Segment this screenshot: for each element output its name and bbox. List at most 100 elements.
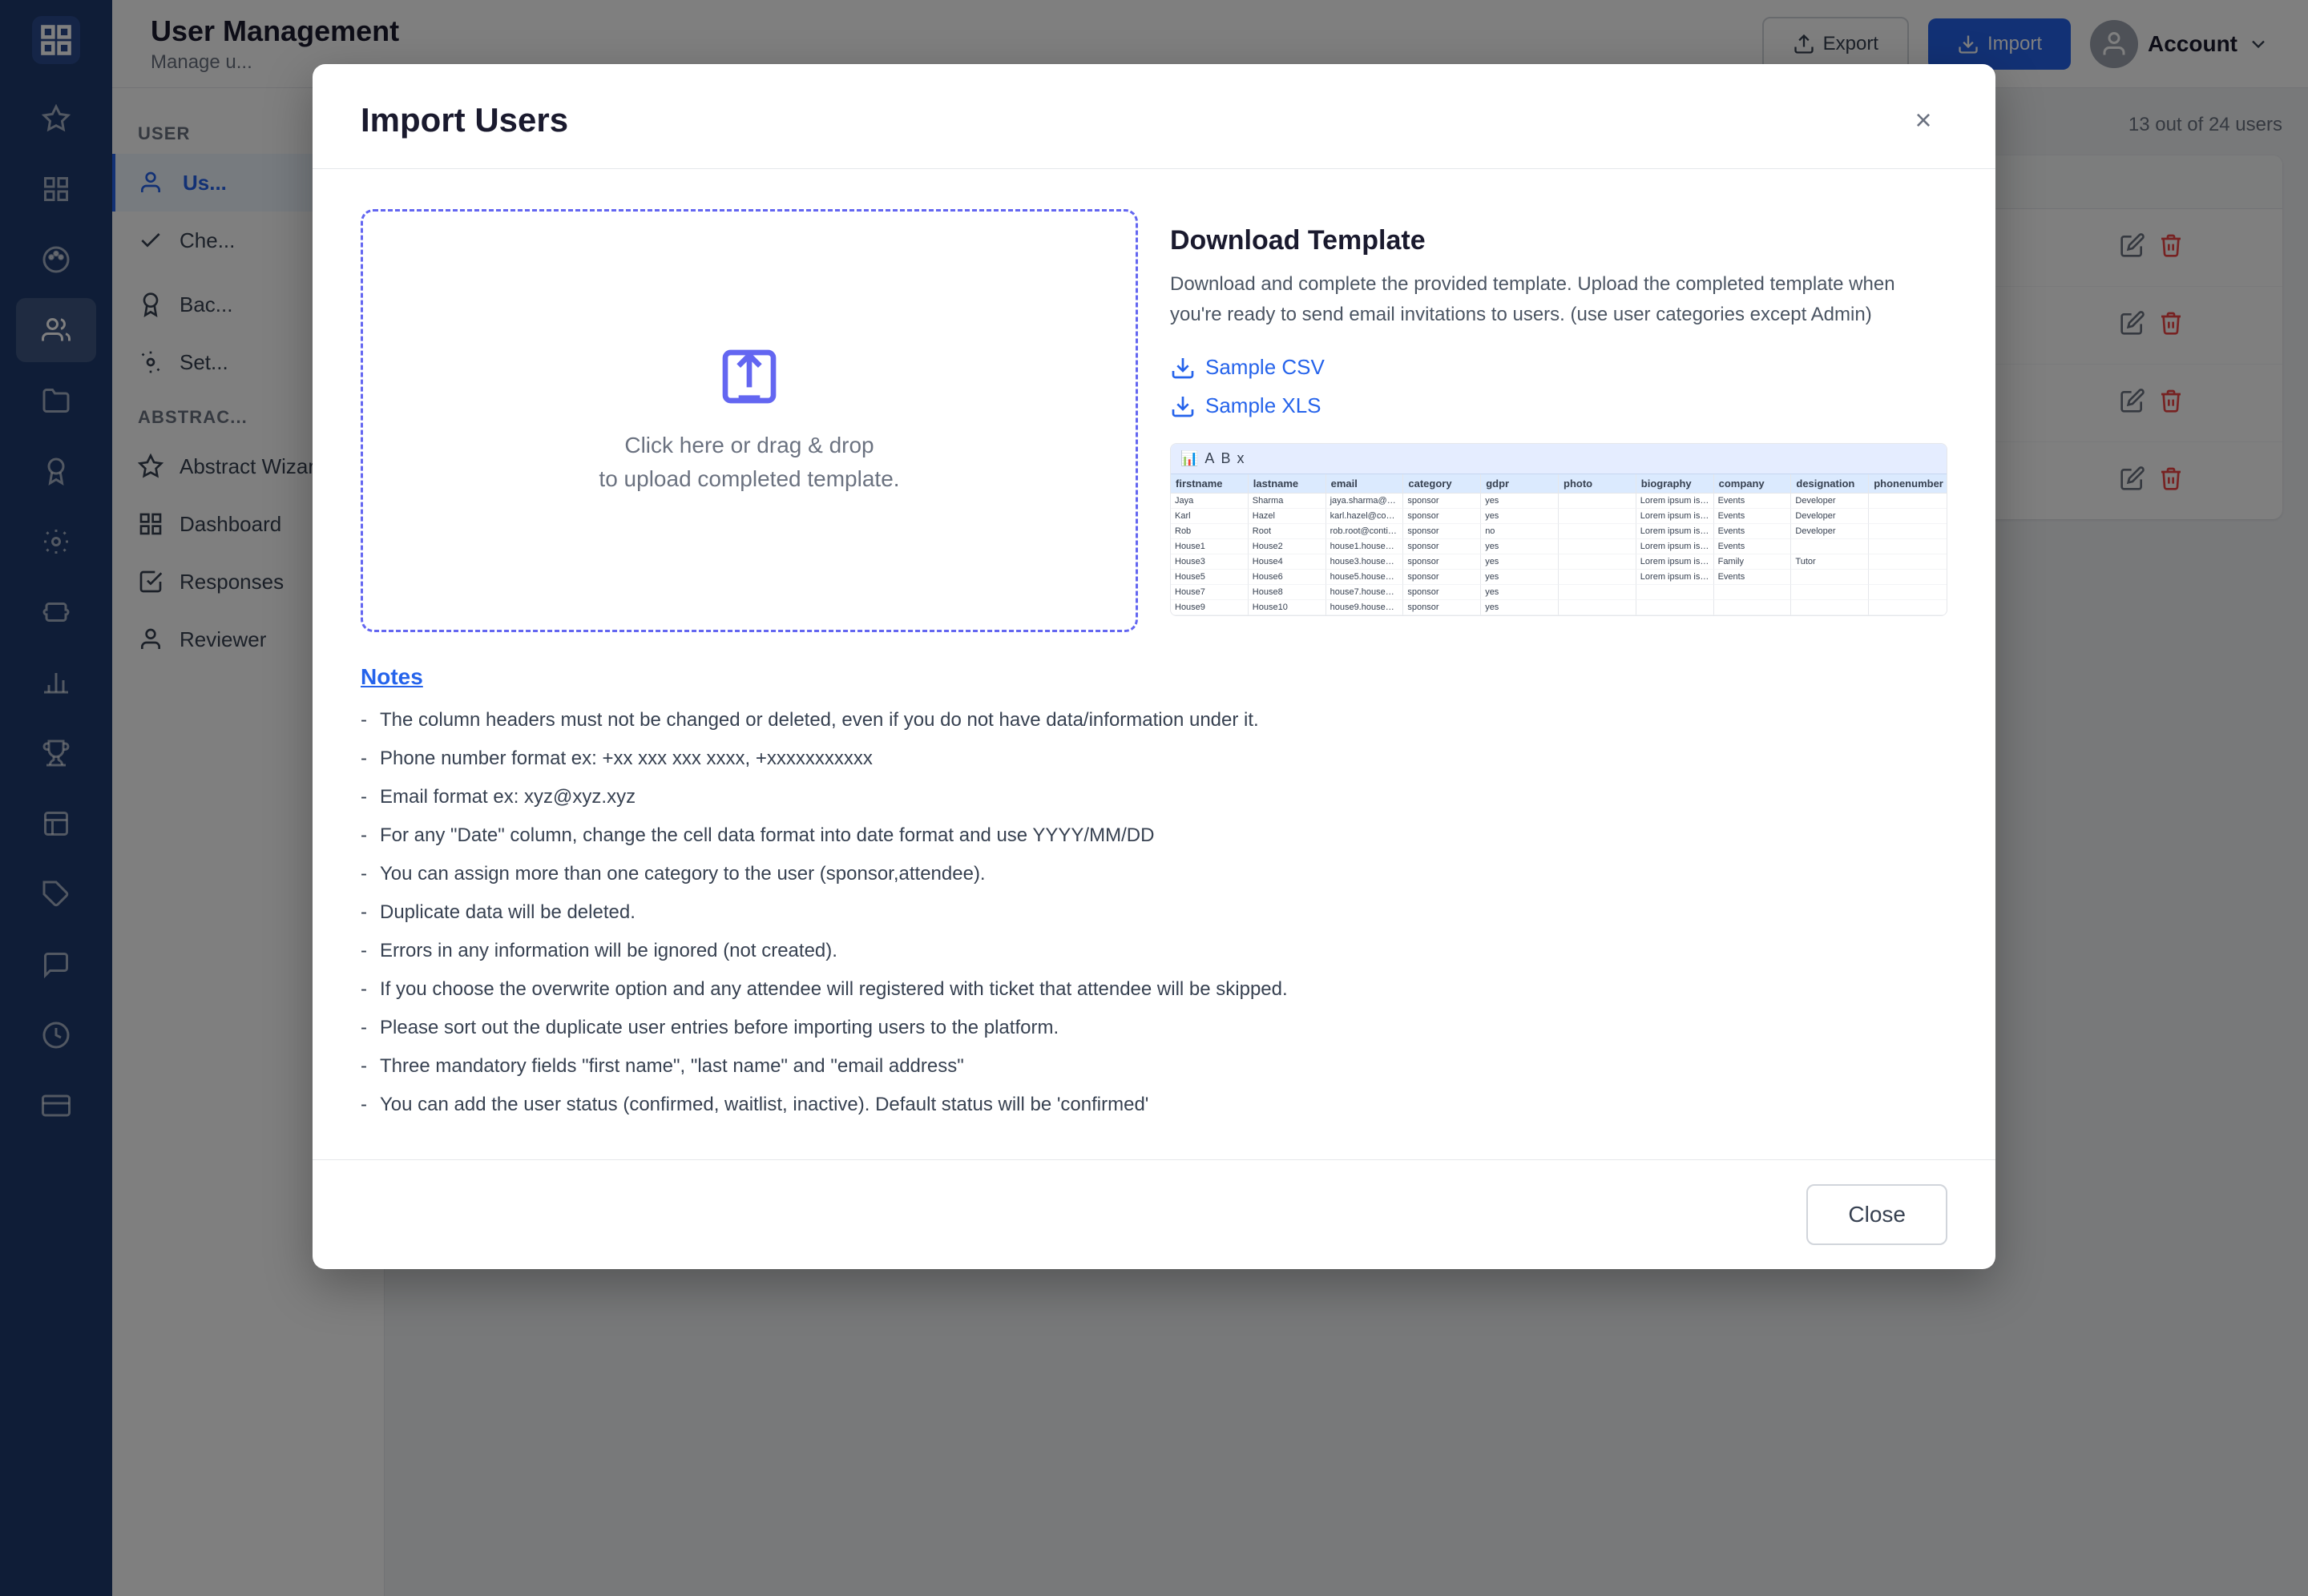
notes-item: If you choose the overwrite option and a… [361, 975, 1947, 1004]
spreadsheet-cell: Rob [1171, 524, 1249, 539]
spreadsheet-cell: no [1481, 524, 1559, 539]
spreadsheet-cell [1869, 570, 1947, 585]
modal-overlay: Import Users × [0, 0, 2308, 1596]
sample-xls-link[interactable]: Sample XLS [1170, 393, 1947, 419]
notes-item: You can assign more than one category to… [361, 860, 1947, 889]
spreadsheet-cell: sponsor [1403, 585, 1481, 600]
spreadsheet-cell: sponsor [1403, 600, 1481, 615]
download-template-title: Download Template [1170, 225, 1947, 256]
spreadsheet-row: House1House2house1.house2@notify.comspon… [1171, 539, 1947, 554]
spreadsheet-cell: Karl [1171, 509, 1249, 524]
download-template-desc: Download and complete the provided templ… [1170, 269, 1947, 331]
sample-csv-link[interactable]: Sample CSV [1170, 355, 1947, 381]
modal-close-button[interactable]: × [1899, 96, 1947, 144]
modal-footer-close-button[interactable]: Close [1806, 1184, 1947, 1245]
spreadsheet-cell: Developer [1791, 524, 1869, 539]
spreadsheet-cell: house9.house10@notify.com [1326, 600, 1404, 615]
spreadsheet-cell: house3.house4@notify.com [1326, 554, 1404, 570]
spreadsheet-cell: sponsor [1403, 524, 1481, 539]
download-section: Download Template Download and complete … [1170, 209, 1947, 632]
spreadsheet-cell: Developer [1791, 509, 1869, 524]
spreadsheet-cell: yes [1481, 570, 1559, 585]
notes-item: The column headers must not be changed o… [361, 706, 1947, 735]
spreadsheet-row: KarlHazelkarl.hazel@contify.comsponsorye… [1171, 509, 1947, 524]
spreadsheet-cell: Events [1714, 570, 1792, 585]
upload-icon [717, 345, 781, 413]
import-users-modal: Import Users × [313, 64, 1995, 1269]
modal-title: Import Users [361, 101, 568, 139]
spreadsheet-cell [1636, 600, 1714, 615]
spreadsheet-cell: sponsor [1403, 509, 1481, 524]
spreadsheet-cell [1636, 585, 1714, 600]
modal-footer: Close [313, 1159, 1995, 1269]
spreadsheet-cell [1869, 509, 1947, 524]
spreadsheet-cell [1559, 600, 1636, 615]
notes-item: Email format ex: xyz@xyz.xyz [361, 783, 1947, 812]
spreadsheet-cell: yes [1481, 585, 1559, 600]
spreadsheet-cell [1869, 494, 1947, 509]
spreadsheet-cell: House2 [1249, 539, 1326, 554]
spreadsheet-cell: yes [1481, 509, 1559, 524]
spreadsheet-cell [1559, 524, 1636, 539]
notes-item: For any "Date" column, change the cell d… [361, 821, 1947, 850]
spreadsheet-cell: House6 [1249, 570, 1326, 585]
spreadsheet-cell [1559, 570, 1636, 585]
spreadsheet-cell [1869, 524, 1947, 539]
spreadsheet-row: House9House10house9.house10@notify.comsp… [1171, 600, 1947, 615]
spreadsheet-cell: Tutor [1791, 554, 1869, 570]
spreadsheet-cell: Family [1714, 554, 1792, 570]
spreadsheet-cell [1791, 539, 1869, 554]
spreadsheet-preview: 📊 A B x firstname lastname email [1170, 443, 1947, 616]
spreadsheet-cell: Lorem ipsum is dummy text [1636, 539, 1714, 554]
upload-zone[interactable]: Click here or drag & drop to upload comp… [361, 209, 1138, 632]
spreadsheet-cell: yes [1481, 494, 1559, 509]
spreadsheet-cell: House9 [1171, 600, 1249, 615]
spreadsheet-cell: Events [1714, 524, 1792, 539]
spreadsheet-cell: sponsor [1403, 539, 1481, 554]
modal-header: Import Users × [313, 64, 1995, 169]
notes-item: Three mandatory fields "first name", "la… [361, 1052, 1947, 1081]
spreadsheet-cell: house7.house8@notify.com [1326, 585, 1404, 600]
spreadsheet-cell: Jaya [1171, 494, 1249, 509]
download-links: Sample CSV Sample XLS [1170, 355, 1947, 419]
spreadsheet-cell: sponsor [1403, 554, 1481, 570]
spreadsheet-cell: Events [1714, 494, 1792, 509]
upload-download-grid: Click here or drag & drop to upload comp… [361, 209, 1947, 632]
spreadsheet-cell: House8 [1249, 585, 1326, 600]
spreadsheet-cell: Lorem ipsum is dummy text [1636, 554, 1714, 570]
app-container: User Management Manage u... Export [0, 0, 2308, 1596]
spreadsheet-cell: Root [1249, 524, 1326, 539]
notes-title: Notes [361, 664, 1947, 690]
spreadsheet-cell: sponsor [1403, 570, 1481, 585]
spreadsheet-row: JayaSharmajaya.sharma@contify.comsponsor… [1171, 494, 1947, 509]
spreadsheet-cell: Sharma [1249, 494, 1326, 509]
spreadsheet-cell: House4 [1249, 554, 1326, 570]
spreadsheet-cell [1791, 600, 1869, 615]
notes-item: Phone number format ex: +xx xxx xxx xxxx… [361, 744, 1947, 773]
spreadsheet-cell [1559, 539, 1636, 554]
spreadsheet-cell [1559, 509, 1636, 524]
spreadsheet-cell [1559, 494, 1636, 509]
spreadsheet-cell [1869, 539, 1947, 554]
spreadsheet-cell [1559, 585, 1636, 600]
spreadsheet-cell: Events [1714, 509, 1792, 524]
spreadsheet-cell [1791, 585, 1869, 600]
spreadsheet-cell: Lorem ipsum is dummy text [1636, 524, 1714, 539]
spreadsheet-cell [1869, 554, 1947, 570]
spreadsheet-cell [1791, 570, 1869, 585]
notes-item: Duplicate data will be deleted. [361, 898, 1947, 927]
notes-section: Notes The column headers must not be cha… [361, 664, 1947, 1119]
spreadsheet-cell [1714, 600, 1792, 615]
spreadsheet-cell: Hazel [1249, 509, 1326, 524]
modal-body: Click here or drag & drop to upload comp… [313, 169, 1995, 1159]
spreadsheet-cell [1714, 585, 1792, 600]
spreadsheet-cell: house1.house2@notify.com [1326, 539, 1404, 554]
notes-list: The column headers must not be changed o… [361, 706, 1947, 1119]
notes-item: Please sort out the duplicate user entri… [361, 1014, 1947, 1042]
spreadsheet-cell: yes [1481, 539, 1559, 554]
spreadsheet-cell: yes [1481, 600, 1559, 615]
spreadsheet-row: House7House8house7.house8@notify.comspon… [1171, 585, 1947, 600]
spreadsheet-cell: Lorem ipsum is dummy text [1636, 509, 1714, 524]
spreadsheet-cell: House1 [1171, 539, 1249, 554]
spreadsheet-cell: yes [1481, 554, 1559, 570]
